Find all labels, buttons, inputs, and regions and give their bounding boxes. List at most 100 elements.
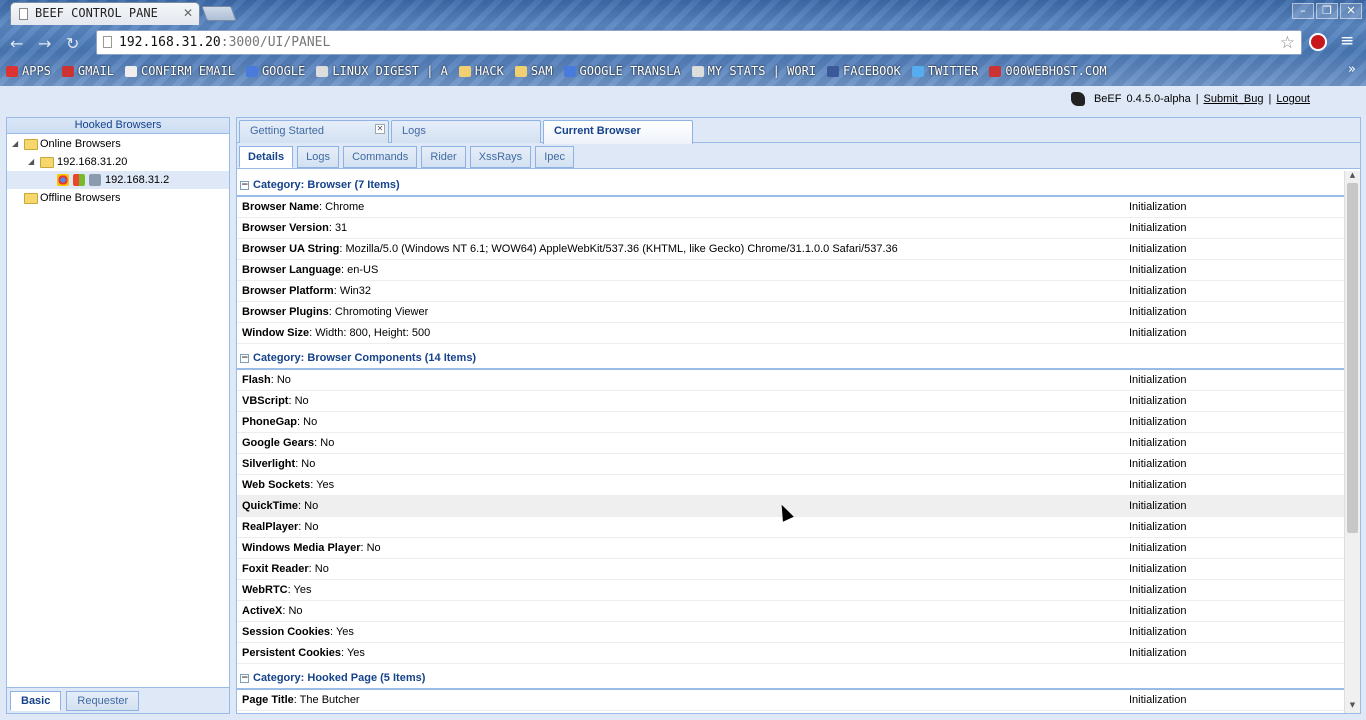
tab-getting-started[interactable]: Getting Started ✕ <box>239 120 389 143</box>
detail-value: : No <box>282 605 303 617</box>
tree-node-hooked-browser[interactable]: 192.168.31.2 <box>7 171 229 189</box>
forward-icon[interactable]: → <box>38 34 51 53</box>
bookmark-item[interactable]: MY STATS | WORI <box>691 64 816 78</box>
subtab-details[interactable]: Details <box>239 146 294 168</box>
bookmark-item[interactable]: FACEBOOK <box>827 64 901 78</box>
folder-icon <box>40 157 54 168</box>
bookmark-item[interactable]: GMAIL <box>61 64 114 78</box>
subtab-xssrays[interactable]: XssRays <box>469 146 532 168</box>
chevron-right-icon[interactable]: » <box>1348 62 1356 77</box>
subtab-ipec[interactable]: Ipec <box>535 146 574 168</box>
detail-key: Windows Media Player <box>242 542 361 554</box>
table-row[interactable]: Browser Language: en-US Initialization <box>237 260 1344 281</box>
tree-label: 192.168.31.2 <box>105 174 170 186</box>
computer-icon <box>89 174 101 186</box>
expand-arrow-icon[interactable]: ◢ <box>12 135 18 153</box>
tab-logs[interactable]: Logs <box>391 120 541 143</box>
extension-icon[interactable] <box>1309 33 1327 51</box>
star-icon[interactable]: ☆ <box>1280 33 1295 53</box>
minimize-button[interactable]: – <box>1292 3 1314 19</box>
tab-basic[interactable]: Basic <box>10 691 62 711</box>
bookmark-item[interactable]: GOOGLE <box>245 64 305 78</box>
scroll-down-icon[interactable]: ▼ <box>1345 701 1360 713</box>
detail-cell: Browser Plugins: Chromoting Viewer <box>242 302 428 322</box>
sub-tab-strip: Details Logs Commands Rider XssRays Ipec <box>237 143 1360 169</box>
table-row[interactable]: Windows Media Player: No Initialization <box>237 538 1344 559</box>
table-row[interactable]: RealPlayer: No Initialization <box>237 517 1344 538</box>
logout-link[interactable]: Logout <box>1276 93 1310 105</box>
table-row[interactable]: Persistent Cookies: Yes Initialization <box>237 643 1344 664</box>
reload-icon[interactable]: ↻ <box>66 34 79 53</box>
table-row[interactable]: Flash: No Initialization <box>237 370 1344 391</box>
bookmark-item[interactable]: CONFIRM EMAIL <box>125 64 235 78</box>
detail-key: PhoneGap <box>242 416 298 428</box>
detail-cell: ActiveX: No <box>242 601 303 621</box>
collapse-icon[interactable]: − <box>240 181 249 190</box>
table-row[interactable]: Web Sockets: Yes Initialization <box>237 475 1344 496</box>
table-row[interactable]: WebRTC: Yes Initialization <box>237 580 1344 601</box>
table-row[interactable]: Window Size: Width: 800, Height: 500 Init… <box>237 323 1344 344</box>
table-row[interactable]: Foxit Reader: No Initialization <box>237 559 1344 580</box>
tree-node-subnet[interactable]: ◢ 192.168.31.20 <box>7 153 229 171</box>
browser-tab-title: BEEF CONTROL PANE <box>35 6 158 20</box>
tab-current-browser[interactable]: Current Browser <box>543 120 693 144</box>
back-icon[interactable]: ← <box>10 34 23 53</box>
subtab-logs[interactable]: Logs <box>297 146 339 168</box>
bookmark-item[interactable]: APPS <box>6 64 51 78</box>
table-row[interactable]: Browser Name: Chrome Initialization <box>237 197 1344 218</box>
bookmark-item[interactable]: LINUX DIGEST | A <box>316 64 448 78</box>
close-icon[interactable]: ✕ <box>375 124 385 134</box>
tab-requester[interactable]: Requester <box>66 691 140 711</box>
version-label: 0.4.5.0-alpha <box>1126 93 1191 105</box>
detail-key: Browser Version <box>242 222 329 234</box>
detail-source: Initialization <box>1129 647 1187 659</box>
detail-cell: Silverlight: No <box>242 454 315 474</box>
submit-bug-link[interactable]: Submit_Bug <box>1204 93 1264 105</box>
table-row[interactable]: VBScript: No Initialization <box>237 391 1344 412</box>
browser-tab[interactable]: BEEF CONTROL PANE ✕ <box>10 2 200 25</box>
address-bar[interactable]: 192.168.31.20:3000/UI/PANEL ☆ <box>96 30 1302 55</box>
scrollbar-thumb[interactable] <box>1347 183 1358 533</box>
table-row[interactable]: Page Title: The Butcher Initialization <box>237 690 1344 711</box>
table-row[interactable]: ActiveX: No Initialization <box>237 601 1344 622</box>
close-window-button[interactable]: ✕ <box>1340 3 1362 19</box>
bookmark-item[interactable]: 000WEBHOST.COM <box>989 64 1107 78</box>
table-row[interactable]: Browser Version: 31 Initialization <box>237 218 1344 239</box>
new-tab-button[interactable] <box>201 6 237 21</box>
table-row[interactable]: Session Cookies: Yes Initialization <box>237 622 1344 643</box>
detail-value: : Mozilla/5.0 (Windows NT 6.1; WOW64) Ap… <box>339 243 898 255</box>
product-name: BeEF <box>1093 93 1122 105</box>
detail-cell: Session Cookies: Yes <box>242 622 354 642</box>
category-header[interactable]: − Category: Browser Components (14 Items) <box>237 348 1344 370</box>
scroll-up-icon[interactable]: ▲ <box>1345 171 1360 183</box>
panel-title: Hooked Browsers <box>7 118 229 134</box>
bookmark-item[interactable]: HACK <box>458 64 504 78</box>
category-header[interactable]: − Category: Hooked Page (5 Items) <box>237 668 1344 690</box>
page-icon <box>19 8 28 20</box>
tree-node-online[interactable]: ◢ Online Browsers <box>7 135 229 153</box>
table-row[interactable]: Google Gears: No Initialization <box>237 433 1344 454</box>
detail-source: Initialization <box>1129 563 1187 575</box>
table-row[interactable]: Browser Plugins: Chromoting Viewer Initia… <box>237 302 1344 323</box>
restore-button[interactable]: ❐ <box>1316 3 1338 19</box>
menu-icon[interactable]: ≡ <box>1340 31 1354 51</box>
close-tab-icon[interactable]: ✕ <box>183 6 193 20</box>
table-row[interactable]: Browser Platform: Win32 Initialization <box>237 281 1344 302</box>
expand-arrow-icon[interactable]: ◢ <box>28 153 34 171</box>
collapse-icon[interactable]: − <box>240 674 249 683</box>
bookmark-item[interactable]: SAM <box>514 64 553 78</box>
details-grid: − Category: Browser (7 Items) Browser Name… <box>237 171 1344 713</box>
collapse-icon[interactable]: − <box>240 354 249 363</box>
table-row[interactable]: PhoneGap: No Initialization <box>237 412 1344 433</box>
category-header[interactable]: − Category: Browser (7 Items) <box>237 175 1344 197</box>
scrollbar[interactable]: ▲ ▼ <box>1344 171 1360 713</box>
detail-value: : No <box>270 374 291 386</box>
subtab-rider[interactable]: Rider <box>421 146 466 168</box>
table-row[interactable]: Browser UA String: Mozilla/5.0 (Windows … <box>237 239 1344 260</box>
subtab-commands[interactable]: Commands <box>343 146 418 168</box>
detail-cell: Browser Version: 31 <box>242 218 347 238</box>
table-row[interactable]: Silverlight: No Initialization <box>237 454 1344 475</box>
bookmark-item[interactable]: GOOGLE TRANSLA <box>563 64 681 78</box>
tree-node-offline[interactable]: Offline Browsers <box>7 189 229 207</box>
bookmark-item[interactable]: TWITTER <box>911 64 978 78</box>
